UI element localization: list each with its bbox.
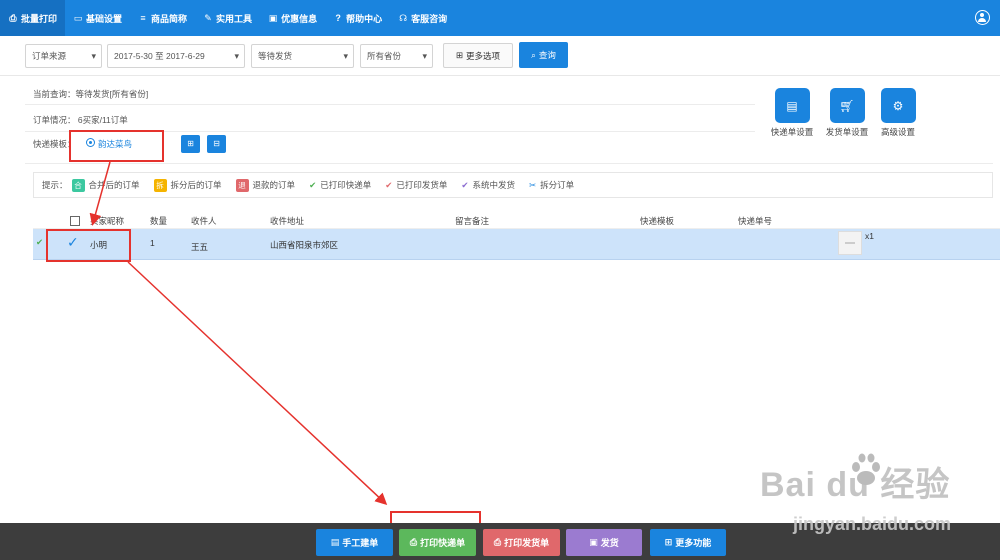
ship-label: 发货	[600, 538, 619, 548]
ship-button[interactable]: ▣ 发货	[566, 529, 642, 556]
printer-icon: ⎙	[409, 537, 418, 547]
document-icon: ▤	[330, 537, 340, 547]
manual-order-button[interactable]: ▤ 手工建单	[316, 529, 393, 556]
print-shipping-note-button[interactable]: ⎙ 打印发货单	[483, 529, 560, 556]
more-functions-button[interactable]: ⊞ 更多功能	[650, 529, 726, 556]
print-shipping-note-label: 打印发货单	[504, 538, 550, 548]
printer-icon: ⎙	[493, 537, 502, 547]
bus-icon: ▣	[589, 537, 598, 547]
print-waybill-button[interactable]: ⎙ 打印快递单	[399, 529, 476, 556]
watermark-brand: Bai du 经验	[760, 466, 951, 504]
more-functions-label: 更多功能	[675, 538, 712, 548]
print-waybill-label: 打印快递单	[420, 538, 466, 548]
manual-order-label: 手工建单	[342, 538, 379, 548]
plus-square-icon: ⊞	[664, 537, 673, 547]
watermark-url: jingyan.baidu.com	[793, 514, 952, 534]
